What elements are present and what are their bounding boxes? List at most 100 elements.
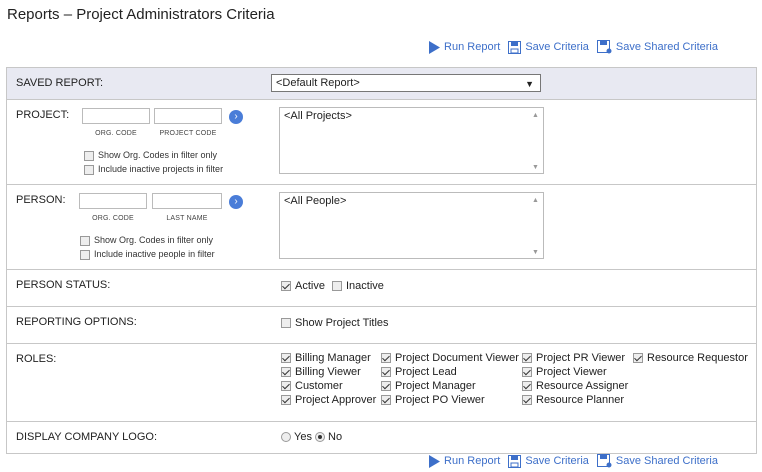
role-label: Resource Assigner xyxy=(536,380,629,392)
person-listbox[interactable]: <All People> ▲ ▼ xyxy=(279,192,544,259)
checkbox-checked-icon[interactable] xyxy=(381,395,391,406)
role-option[interactable]: Project Lead xyxy=(381,366,457,378)
project-include-inactive-option[interactable]: Include inactive projects in filter xyxy=(84,164,223,175)
person-org-code-input[interactable] xyxy=(79,193,147,209)
role-option[interactable]: Resource Assigner xyxy=(522,380,628,392)
role-option[interactable]: Project PR Viewer xyxy=(522,352,625,364)
role-option[interactable]: Project PO Viewer xyxy=(381,394,485,406)
checkbox-checked-icon[interactable] xyxy=(281,381,291,392)
checkbox-checked-icon[interactable] xyxy=(381,367,391,378)
role-label: Billing Viewer xyxy=(295,366,361,378)
checkbox-icon[interactable] xyxy=(80,249,90,260)
project-show-org-codes-option[interactable]: Show Org. Codes in filter only xyxy=(84,150,217,161)
person-org-code-sublabel: ORG. CODE xyxy=(92,215,134,222)
checkbox-checked-icon[interactable] xyxy=(522,353,532,364)
person-include-inactive-label: Include inactive people in filter xyxy=(94,249,215,259)
role-label: Project Lead xyxy=(395,366,457,378)
save-criteria-button[interactable]: Save Criteria xyxy=(508,454,589,468)
run-report-button[interactable]: Run Report xyxy=(428,454,501,468)
role-option[interactable]: Billing Viewer xyxy=(281,366,361,378)
checkbox-checked-icon[interactable] xyxy=(522,395,532,406)
checkbox-checked-icon[interactable] xyxy=(522,367,532,378)
roles-label: ROLES: xyxy=(16,353,57,365)
checkbox-checked-icon[interactable] xyxy=(633,353,643,364)
role-label: Resource Planner xyxy=(536,394,625,406)
save-criteria-label: Save Criteria xyxy=(525,455,589,467)
person-show-org-codes-option[interactable]: Show Org. Codes in filter only xyxy=(80,235,213,246)
role-label: Project PR Viewer xyxy=(536,352,626,364)
status-inactive-option[interactable]: Inactive xyxy=(332,280,384,292)
logo-yes-option[interactable]: Yes xyxy=(281,431,312,443)
checkbox-checked-icon[interactable] xyxy=(281,367,291,378)
checkbox-checked-icon[interactable] xyxy=(522,381,532,392)
project-code-input[interactable] xyxy=(154,108,222,124)
person-go-arrow-icon[interactable]: › xyxy=(229,195,243,209)
checkbox-checked-icon[interactable] xyxy=(381,353,391,364)
role-option[interactable]: Project Approver xyxy=(281,394,376,406)
role-label: Resource Requestor xyxy=(647,352,748,364)
saved-report-select[interactable]: <Default Report> ▼ xyxy=(271,74,541,92)
role-option[interactable]: Resource Requestor xyxy=(633,352,748,364)
project-show-org-codes-label: Show Org. Codes in filter only xyxy=(98,150,218,160)
show-project-titles-option[interactable]: Show Project Titles xyxy=(281,317,389,329)
reporting-options-row: REPORTING OPTIONS: Show Project Titles xyxy=(7,307,756,344)
save-shared-criteria-button[interactable]: Save Shared Criteria xyxy=(596,40,718,54)
role-option[interactable]: Project Viewer xyxy=(522,366,607,378)
role-option[interactable]: Project Manager xyxy=(381,380,476,392)
run-report-label: Run Report xyxy=(444,41,501,53)
run-report-button[interactable]: Run Report xyxy=(428,40,501,54)
display-logo-row: DISPLAY COMPANY LOGO: Yes No xyxy=(7,422,756,454)
play-icon xyxy=(429,454,441,468)
checkbox-icon[interactable] xyxy=(84,150,94,161)
role-option[interactable]: Project Document Viewer xyxy=(381,352,519,364)
project-row: PROJECT: ORG. CODE PROJECT CODE › Show O… xyxy=(7,100,756,185)
checkbox-icon[interactable] xyxy=(281,318,291,329)
person-list-item[interactable]: <All People> xyxy=(284,195,346,207)
save-shared-criteria-label: Save Shared Criteria xyxy=(615,41,718,53)
person-status-row: PERSON STATUS: Active Inactive xyxy=(7,270,756,307)
scroll-up-icon[interactable]: ▲ xyxy=(532,112,539,119)
role-option[interactable]: Resource Planner xyxy=(522,394,624,406)
radio-icon[interactable] xyxy=(281,432,291,443)
status-active-option[interactable]: Active xyxy=(281,280,325,292)
scrollbar[interactable]: ▲ ▼ xyxy=(529,108,543,173)
scroll-down-icon[interactable]: ▼ xyxy=(532,164,539,171)
radio-selected-icon[interactable] xyxy=(315,432,325,443)
saved-report-label: SAVED REPORT: xyxy=(16,77,104,89)
page-title: Reports – Project Administrators Criteri… xyxy=(7,6,275,23)
save-criteria-label: Save Criteria xyxy=(525,41,589,53)
project-label: PROJECT: xyxy=(16,109,70,121)
checkbox-icon[interactable] xyxy=(84,164,94,175)
checkbox-checked-icon[interactable] xyxy=(281,353,291,364)
scroll-down-icon[interactable]: ▼ xyxy=(532,249,539,256)
role-label: Project PO Viewer xyxy=(395,394,485,406)
logo-no-option[interactable]: No xyxy=(315,431,342,443)
run-report-label: Run Report xyxy=(444,455,501,467)
project-code-sublabel: PROJECT CODE xyxy=(159,130,217,137)
checkbox-icon[interactable] xyxy=(332,281,342,292)
project-go-arrow-icon[interactable]: › xyxy=(229,110,243,124)
role-option[interactable]: Customer xyxy=(281,380,343,392)
checkbox-icon[interactable] xyxy=(80,235,90,246)
logo-no-label: No xyxy=(328,431,343,443)
person-last-name-input[interactable] xyxy=(152,193,222,209)
dropdown-arrow-icon: ▼ xyxy=(525,79,534,89)
checkbox-checked-icon[interactable] xyxy=(281,281,291,292)
scrollbar[interactable]: ▲ ▼ xyxy=(529,193,543,258)
checkbox-checked-icon[interactable] xyxy=(281,395,291,406)
role-label: Project Approver xyxy=(295,394,377,406)
person-include-inactive-option[interactable]: Include inactive people in filter xyxy=(80,249,215,260)
project-include-inactive-label: Include inactive projects in filter xyxy=(98,164,224,174)
project-org-code-input[interactable] xyxy=(82,108,150,124)
checkbox-checked-icon[interactable] xyxy=(381,381,391,392)
floppy-disk-shared-icon xyxy=(596,454,612,468)
project-listbox[interactable]: <All Projects> ▲ ▼ xyxy=(279,107,544,174)
scroll-up-icon[interactable]: ▲ xyxy=(532,197,539,204)
project-org-code-sublabel: ORG. CODE xyxy=(95,130,137,137)
role-option[interactable]: Billing Manager xyxy=(281,352,371,364)
show-project-titles-label: Show Project Titles xyxy=(295,317,389,329)
bottom-toolbar: Run Report Save Criteria Save Shared Cri… xyxy=(420,454,718,468)
save-shared-criteria-button[interactable]: Save Shared Criteria xyxy=(596,454,718,468)
project-list-item[interactable]: <All Projects> xyxy=(284,110,352,122)
save-criteria-button[interactable]: Save Criteria xyxy=(508,40,589,54)
